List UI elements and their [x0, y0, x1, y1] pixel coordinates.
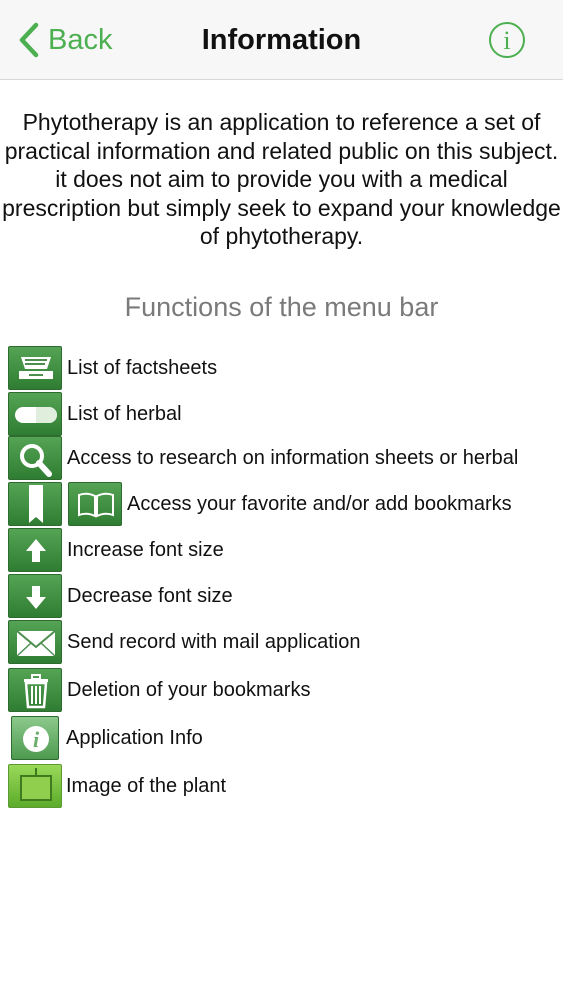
- open-book-icon: [68, 482, 122, 526]
- function-row-search: Access to research on information sheets…: [0, 436, 563, 482]
- arrow-down-icon: [8, 574, 62, 618]
- arrow-up-icon: [8, 528, 62, 572]
- function-row-plant-image: Image of the plant: [0, 764, 563, 810]
- herbal-capsule-icon: [8, 392, 62, 436]
- function-label: Deletion of your bookmarks: [67, 679, 311, 701]
- search-icon: [8, 436, 62, 480]
- function-row-decrease-font: Decrease font size: [0, 574, 563, 620]
- function-row-mail: Send record with mail application: [0, 620, 563, 666]
- function-label: Access to research on information sheets…: [67, 447, 519, 469]
- factsheet-list-icon: [8, 346, 62, 390]
- function-label: Access your favorite and/or add bookmark…: [127, 493, 512, 515]
- function-label: Application Info: [66, 727, 203, 749]
- intro-paragraph: Phytotherapy is an application to refere…: [2, 109, 561, 249]
- function-row-increase-font: Increase font size: [0, 528, 563, 574]
- back-button[interactable]: Back: [18, 18, 112, 62]
- bookmark-icon: [8, 482, 62, 526]
- function-row-bookmarks: Access your favorite and/or add bookmark…: [0, 482, 563, 528]
- info-icon: i: [11, 716, 59, 760]
- function-label: Decrease font size: [67, 585, 233, 607]
- info-circle-icon: i: [489, 22, 525, 58]
- function-label: List of factsheets: [67, 357, 218, 379]
- back-label: Back: [48, 23, 113, 56]
- trash-icon: [8, 668, 62, 712]
- mail-icon: [8, 620, 62, 664]
- chevron-left-icon: [19, 22, 39, 58]
- function-label: List of herbal: [67, 403, 182, 425]
- function-row-factsheets: List of factsheets: [0, 346, 563, 392]
- function-label: Increase font size: [67, 539, 224, 561]
- section-title: Functions of the menu bar: [124, 292, 439, 322]
- svg-text:i: i: [33, 727, 40, 752]
- function-row-app-info: i Application Info: [0, 716, 563, 762]
- navigation-bar: Back Information i: [0, 0, 563, 80]
- function-label: Send record with mail application: [67, 631, 361, 653]
- function-label: Image of the plant: [66, 775, 227, 797]
- info-button[interactable]: i: [488, 21, 526, 59]
- function-row-herbal: List of herbal: [0, 392, 563, 438]
- svg-text:i: i: [503, 26, 510, 55]
- function-row-delete-bookmarks: Deletion of your bookmarks: [0, 668, 563, 714]
- plant-image-icon: [8, 764, 62, 808]
